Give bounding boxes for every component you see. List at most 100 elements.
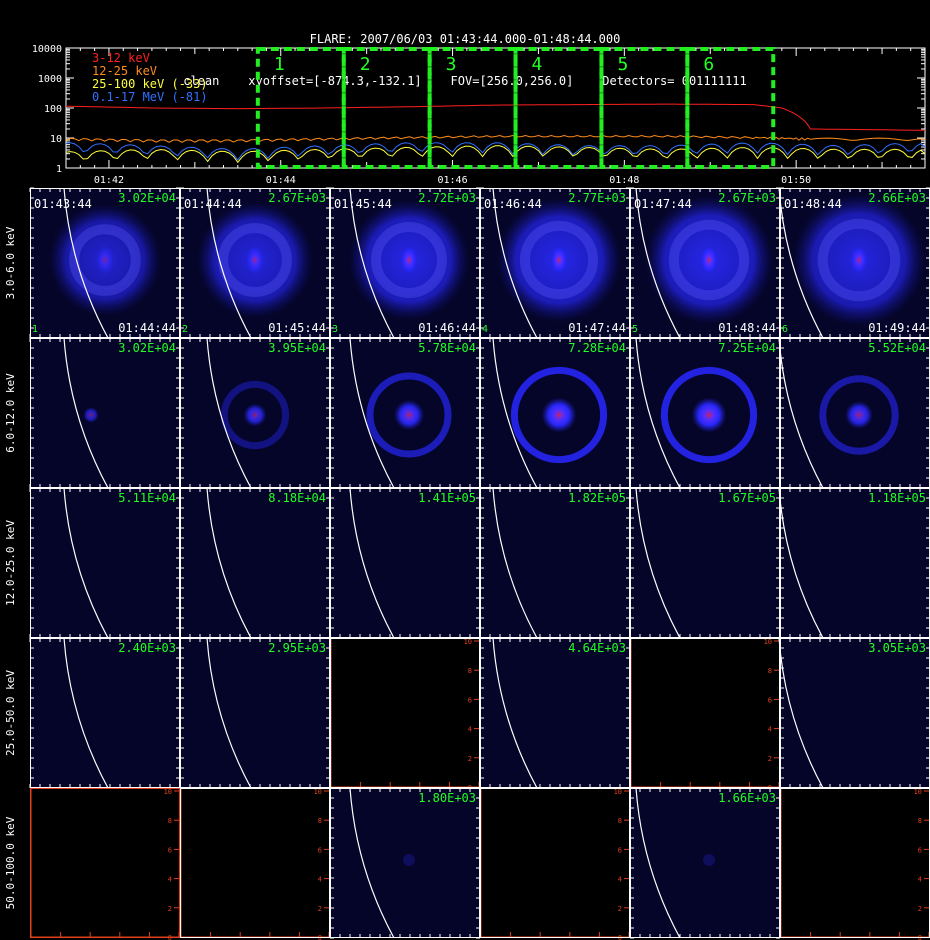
source-core (845, 401, 873, 429)
source-core (243, 403, 267, 427)
image-panel: 0246810 (180, 788, 330, 940)
image-background (180, 488, 330, 638)
panel-max-value: 3.95E+04 (268, 341, 326, 355)
image-background (480, 788, 630, 938)
panel-start-time: 01:43:44 (34, 197, 92, 211)
image-panel: 8.18E+04 (179, 487, 331, 639)
panel-max-value: 2.67E+03 (718, 191, 776, 205)
image-panel: 3.05E+03 (778, 637, 930, 789)
axis-tick-label: 6 (918, 846, 922, 854)
panel-max-value: 1.18E+05 (868, 491, 926, 505)
axis-tick-label: 4 (318, 876, 322, 884)
axis-tick-label: 10 (914, 788, 922, 796)
image-background (780, 788, 930, 938)
panel-max-value: 5.52E+04 (868, 341, 926, 355)
panel-max-value: 2.77E+03 (568, 191, 626, 205)
axis-tick-label: 2 (168, 905, 172, 913)
panel-max-value: 2.66E+03 (868, 191, 926, 205)
image-panel: 7.28E+04 (479, 337, 631, 489)
energy-band-label: 3.0-6.0 keV (4, 226, 17, 299)
axis-tick-label: 2 (618, 905, 622, 913)
panel-start-time: 01:46:44 (484, 197, 542, 211)
panel-max-value: 3.02E+04 (118, 191, 176, 205)
image-background (30, 488, 180, 638)
image-panel: 0246810 (30, 788, 180, 940)
axis-tick-label: 10 (314, 788, 322, 796)
source-core (691, 397, 727, 433)
source-core (549, 244, 569, 276)
panel-max-value: 1.82E+05 (568, 491, 626, 505)
panel-interval-number: 1 (32, 324, 38, 335)
image-panel: 5.78E+04 (329, 337, 481, 489)
axis-tick-label: 10 (764, 638, 772, 646)
panel-max-value: 2.67E+03 (268, 191, 326, 205)
image-panel: 2.72E+03 01:45:44 01:46:44 3 (329, 187, 481, 339)
axis-tick-label: 4 (168, 876, 172, 884)
panel-max-value: 2.40E+03 (118, 641, 176, 655)
axis-tick-label: 6 (168, 846, 172, 854)
panel-end-time: 01:45:44 (268, 321, 326, 335)
source-core (403, 854, 415, 866)
panel-max-value: 5.11E+04 (118, 491, 176, 505)
image-panel: 2.95E+03 (179, 637, 331, 789)
axis-tick-label: 6 (318, 846, 322, 854)
image-panel: 0246810 (330, 638, 480, 792)
panel-end-time: 01:48:44 (718, 321, 776, 335)
axis-tick-label: 2 (768, 755, 772, 763)
axis-tick-label: 8 (468, 667, 472, 675)
source-core (95, 244, 115, 276)
image-background (330, 638, 480, 788)
image-panel: 0246810 (630, 638, 780, 792)
image-panel: 5.52E+04 (778, 337, 930, 489)
image-panel: 2.40E+03 (29, 637, 181, 789)
source-core (541, 397, 577, 433)
energy-band-label: 6.0-12.0 keV (4, 373, 17, 453)
image-panel: 3.02E+04 01:43:44 01:44:44 1 (29, 187, 181, 339)
source-core (699, 244, 719, 276)
panel-max-value: 3.02E+04 (118, 341, 176, 355)
energy-band-label: 25.0-50.0 keV (4, 670, 17, 756)
image-background (180, 788, 330, 938)
image-panel: 0246810 (480, 788, 630, 940)
source-core (245, 244, 265, 276)
panel-max-value: 7.25E+04 (718, 341, 776, 355)
panel-max-value: 5.78E+04 (418, 341, 476, 355)
axis-tick-label: 10 (614, 788, 622, 796)
source-core (394, 400, 424, 430)
axis-tick-label: 10 (464, 638, 472, 646)
image-panel: 3.95E+04 (179, 337, 331, 489)
image-background (780, 638, 930, 788)
panel-max-value: 2.72E+03 (418, 191, 476, 205)
panel-max-value: 3.05E+03 (868, 641, 926, 655)
panel-interval-number: 6 (782, 324, 788, 335)
axis-tick-label: 4 (768, 726, 772, 734)
image-background (30, 638, 180, 788)
axis-tick-label: 10 (164, 788, 172, 796)
panel-interval-number: 3 (332, 324, 338, 335)
axis-tick-label: 8 (618, 817, 622, 825)
image-panel: 3.02E+04 (29, 337, 181, 489)
panel-max-value: 7.28E+04 (568, 341, 626, 355)
image-panel: 2.67E+03 01:44:44 01:45:44 2 (179, 187, 331, 339)
panel-interval-number: 5 (632, 324, 638, 335)
axis-tick-label: 6 (618, 846, 622, 854)
axis-tick-label: 2 (468, 755, 472, 763)
axis-tick-label: 8 (768, 667, 772, 675)
axis-tick-label: 4 (468, 726, 472, 734)
image-background (30, 338, 180, 488)
image-background (780, 488, 930, 638)
image-panel: 1.18E+05 (778, 487, 930, 639)
image-panel: 1.82E+05 (479, 487, 631, 639)
image-background (480, 488, 630, 638)
axis-tick-label: 4 (918, 876, 922, 884)
source-core (399, 244, 419, 276)
source-core (849, 244, 869, 276)
image-panel: 4.64E+03 (479, 637, 631, 789)
panel-end-time: 01:44:44 (118, 321, 176, 335)
panel-start-time: 01:47:44 (634, 197, 692, 211)
image-background (30, 788, 180, 938)
panel-start-time: 01:48:44 (784, 197, 842, 211)
axis-tick-label: 8 (918, 817, 922, 825)
image-grid: 3.0-6.0 keV 3.02E+04 01:43:44 01:44:44 1 2.67… (4, 187, 930, 940)
panel-start-time: 01:44:44 (184, 197, 242, 211)
